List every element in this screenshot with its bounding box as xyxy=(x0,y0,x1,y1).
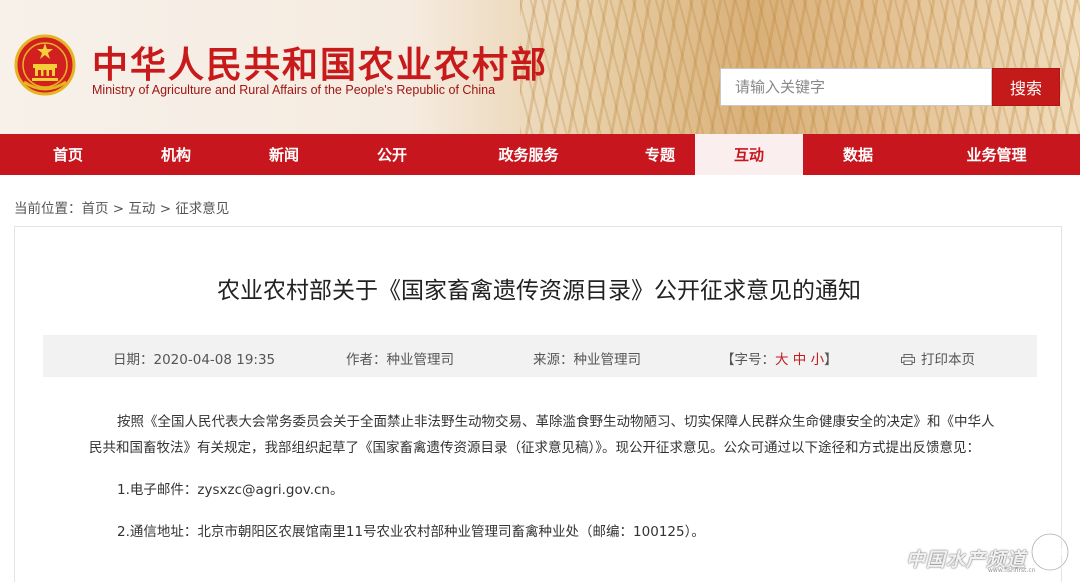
main-nav: 首页 机构 新闻 公开 政务服务 专题 互动 数据 业务管理 xyxy=(0,134,1080,175)
article-date: 日期：2020-04-08 19:35 xyxy=(113,352,276,368)
search-button[interactable]: 搜索 xyxy=(992,68,1060,106)
article-meta-bar: 日期：2020-04-08 19:35 作者：种业管理司 来源：种业管理司 【字… xyxy=(43,335,1037,377)
breadcrumb-prefix: 当前位置： xyxy=(14,201,82,217)
printer-icon xyxy=(901,354,915,365)
article-source: 来源：种业管理司 xyxy=(533,352,641,368)
breadcrumb-solicit-opinions[interactable]: 征求意见 xyxy=(175,201,229,217)
print-page-button[interactable]: 打印本页 xyxy=(901,348,975,368)
nav-item-business-management[interactable]: 业务管理 xyxy=(913,134,1080,175)
nav-item-news[interactable]: 新闻 xyxy=(216,134,352,175)
article-title: 农业农村部关于《国家畜禽遗传资源目录》公开征求意见的通知 xyxy=(217,278,861,304)
search-input[interactable] xyxy=(721,69,991,105)
nav-item-home[interactable]: 首页 xyxy=(0,134,136,175)
font-size-end: 】 xyxy=(824,352,838,368)
breadcrumb-home[interactable]: 首页 xyxy=(82,201,109,217)
nav-item-interaction[interactable]: 互动 xyxy=(695,134,803,175)
feedback-address-item: 2.通信地址：北京市朝阳区农展馆南里11号农业农村部种业管理司畜禽种业处（邮编：… xyxy=(117,524,705,540)
font-size-small[interactable]: 小 xyxy=(811,352,825,368)
font-size-control: 【字号：大 中 小】 xyxy=(721,348,838,368)
feedback-email-item: 1.电子邮件：zysxzc@agri.gov.cn。 xyxy=(117,482,344,498)
article-body: 按照《全国人民代表大会常务委员会关于全面禁止非法野生动物交易、革除滥食野生动物陋… xyxy=(89,409,999,545)
wheat-banner-image xyxy=(520,0,1080,134)
font-size-medium[interactable]: 中 xyxy=(793,352,807,368)
site-title: 中华人民共和国农业农村部 xyxy=(92,44,549,86)
breadcrumb-separator: > xyxy=(155,201,176,217)
nav-item-gov-services[interactable]: 政务服务 xyxy=(432,134,625,175)
nav-item-organization[interactable]: 机构 xyxy=(136,134,216,175)
site-subtitle-en: Ministry of Agriculture and Rural Affair… xyxy=(92,83,496,97)
font-size-large[interactable]: 大 xyxy=(775,352,789,368)
print-label: 打印本页 xyxy=(921,352,975,368)
national-emblem-icon xyxy=(14,34,76,96)
nav-item-data[interactable]: 数据 xyxy=(803,134,913,175)
article-paragraph: 按照《全国人民代表大会常务委员会关于全面禁止非法野生动物交易、革除滥食野生动物陋… xyxy=(89,414,995,456)
article-author: 作者：种业管理司 xyxy=(346,352,454,368)
breadcrumb-separator: > xyxy=(108,201,129,217)
breadcrumb: 当前位置：首页 > 互动 > 征求意见 xyxy=(14,197,229,217)
search-box xyxy=(720,68,992,106)
nav-item-public[interactable]: 公开 xyxy=(352,134,432,175)
watermark-url: www.fishfirst.cn xyxy=(988,567,1036,574)
article-card: 农业农村部关于《国家畜禽遗传资源目录》公开征求意见的通知 日期：2020-04-… xyxy=(14,226,1062,582)
nav-item-topics[interactable]: 专题 xyxy=(625,134,695,175)
breadcrumb-interaction[interactable]: 互动 xyxy=(128,201,155,217)
site-header: 中华人民共和国农业农村部 Ministry of Agriculture and… xyxy=(0,0,1080,134)
font-size-label: 【字号： xyxy=(721,352,775,368)
